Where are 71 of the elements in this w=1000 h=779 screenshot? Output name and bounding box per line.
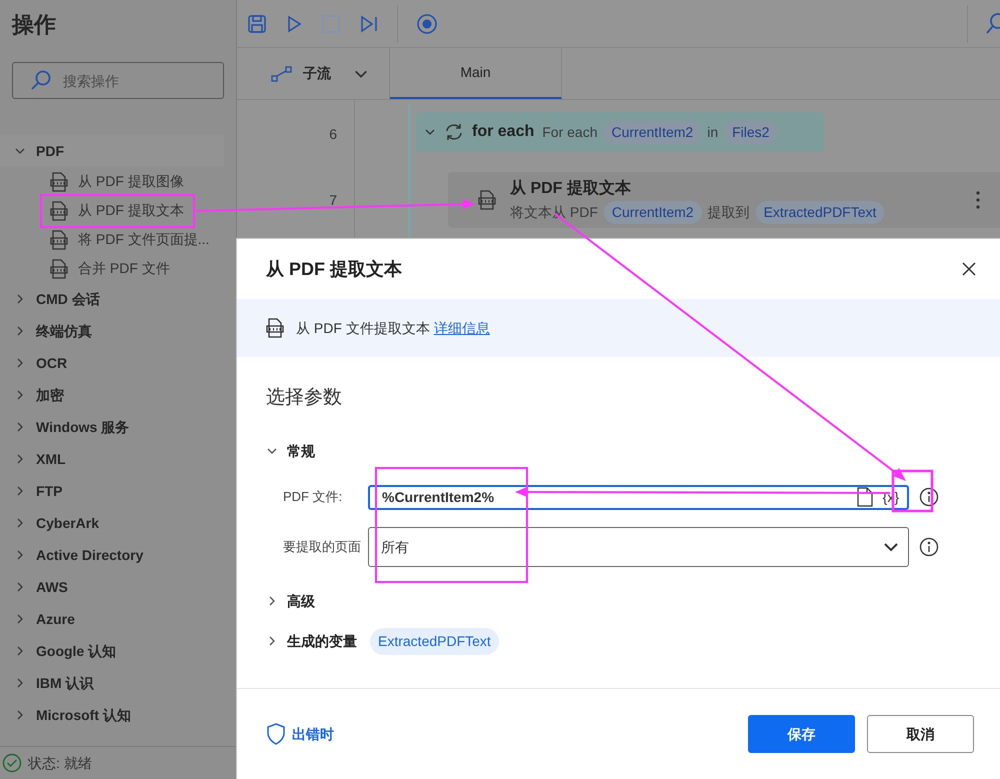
check-circle-icon [2,753,22,773]
search-icon[interactable] [986,12,1000,36]
close-icon[interactable] [962,262,976,276]
tree-group[interactable]: OCR [36,352,68,374]
line-number: 7 [329,191,337,210]
panel-title: 操作 [10,11,57,39]
tree-item[interactable]: 将 PDF 文件页面提... [78,229,210,250]
play-icon[interactable] [285,14,303,34]
shield-icon [266,723,286,745]
group-header[interactable]: 生成的变量 [287,630,357,652]
tree-group[interactable]: 终端仿真 [36,320,92,342]
tree-group[interactable]: Microsoft 认知 [36,704,131,726]
loop-block[interactable]: for each For each CurrentItem2 in Files2 [416,112,824,152]
pdf-file-icon [50,258,68,278]
variable-token: CurrentItem2 [604,200,702,224]
tree-item[interactable]: 合并 PDF 文件 [78,258,170,279]
tab[interactable]: Main [390,48,562,99]
tab[interactable]: 子流 [237,48,390,99]
variable-token: CurrentItem2 [604,120,702,144]
details-link[interactable]: 详细信息 [434,318,490,338]
tree-group[interactable]: XML [36,448,66,470]
group-header[interactable]: 常规 [287,440,315,462]
info-icon[interactable] [919,487,939,507]
tree-item[interactable]: 从 PDF 提取图像 [78,171,184,192]
pdf-file-icon [478,190,496,210]
cancel-button[interactable]: 取消 [867,715,974,753]
tree-item[interactable]: 从 PDF 提取文本 [78,200,184,221]
section-title: 选择参数 [266,386,343,410]
step-icon[interactable] [359,14,379,34]
tree-group[interactable]: 加密 [36,384,64,406]
step-text: in [707,122,718,142]
group-header[interactable]: 高级 [287,590,315,612]
tree-group[interactable]: AWS [36,576,68,598]
pdf-file-icon [266,318,284,338]
info-icon[interactable] [919,537,939,557]
step-title: for each [472,122,534,142]
pdf-file-icon [50,200,68,220]
field-label: 要提取的页面 [282,538,362,556]
loop-icon [444,123,464,141]
pdf-file-icon [50,172,68,192]
tree-group[interactable]: Azure [36,608,75,630]
variable-token: ExtractedPDFText [756,200,884,224]
info-text: 从 PDF 文件提取文本 [296,318,430,338]
tree-group[interactable]: CyberArk [36,512,100,534]
tree-group[interactable]: IBM 认识 [36,672,94,694]
step-text: For each [542,122,598,142]
file-icon[interactable] [856,487,873,507]
pdf-file-icon [50,230,68,250]
save-button[interactable]: 保存 [748,715,855,753]
step-title: 从 PDF 提取文本 [510,178,632,198]
field-label: PDF 文件: [282,488,344,506]
save-icon[interactable] [247,14,267,34]
step-text: 提取到 [708,202,750,222]
on-error-link[interactable]: 出错时 [266,723,334,745]
tree-group[interactable]: CMD 会话 [36,288,100,310]
dropdown[interactable]: 所有 [368,527,909,567]
more-icon[interactable] [976,191,980,209]
search-field[interactable]: 搜索操作 [12,62,224,99]
subflow-icon [271,66,293,82]
dialog-title: 从 PDF 提取文本 [266,258,402,280]
status-text: 状态: 就绪 [28,754,92,772]
tree-group[interactable]: Windows 服务 [36,416,130,438]
tree-group[interactable]: Google 认知 [36,640,116,662]
record-icon[interactable] [416,12,438,34]
search-icon [30,69,52,91]
variable-token: Files2 [724,120,778,144]
variable-token: ExtractedPDFText [370,628,499,654]
line-number: 6 [329,125,337,144]
tree-group[interactable]: PDF [36,140,64,162]
tree-group[interactable]: FTP [36,480,62,502]
tree-group[interactable]: Active Directory [36,544,144,566]
